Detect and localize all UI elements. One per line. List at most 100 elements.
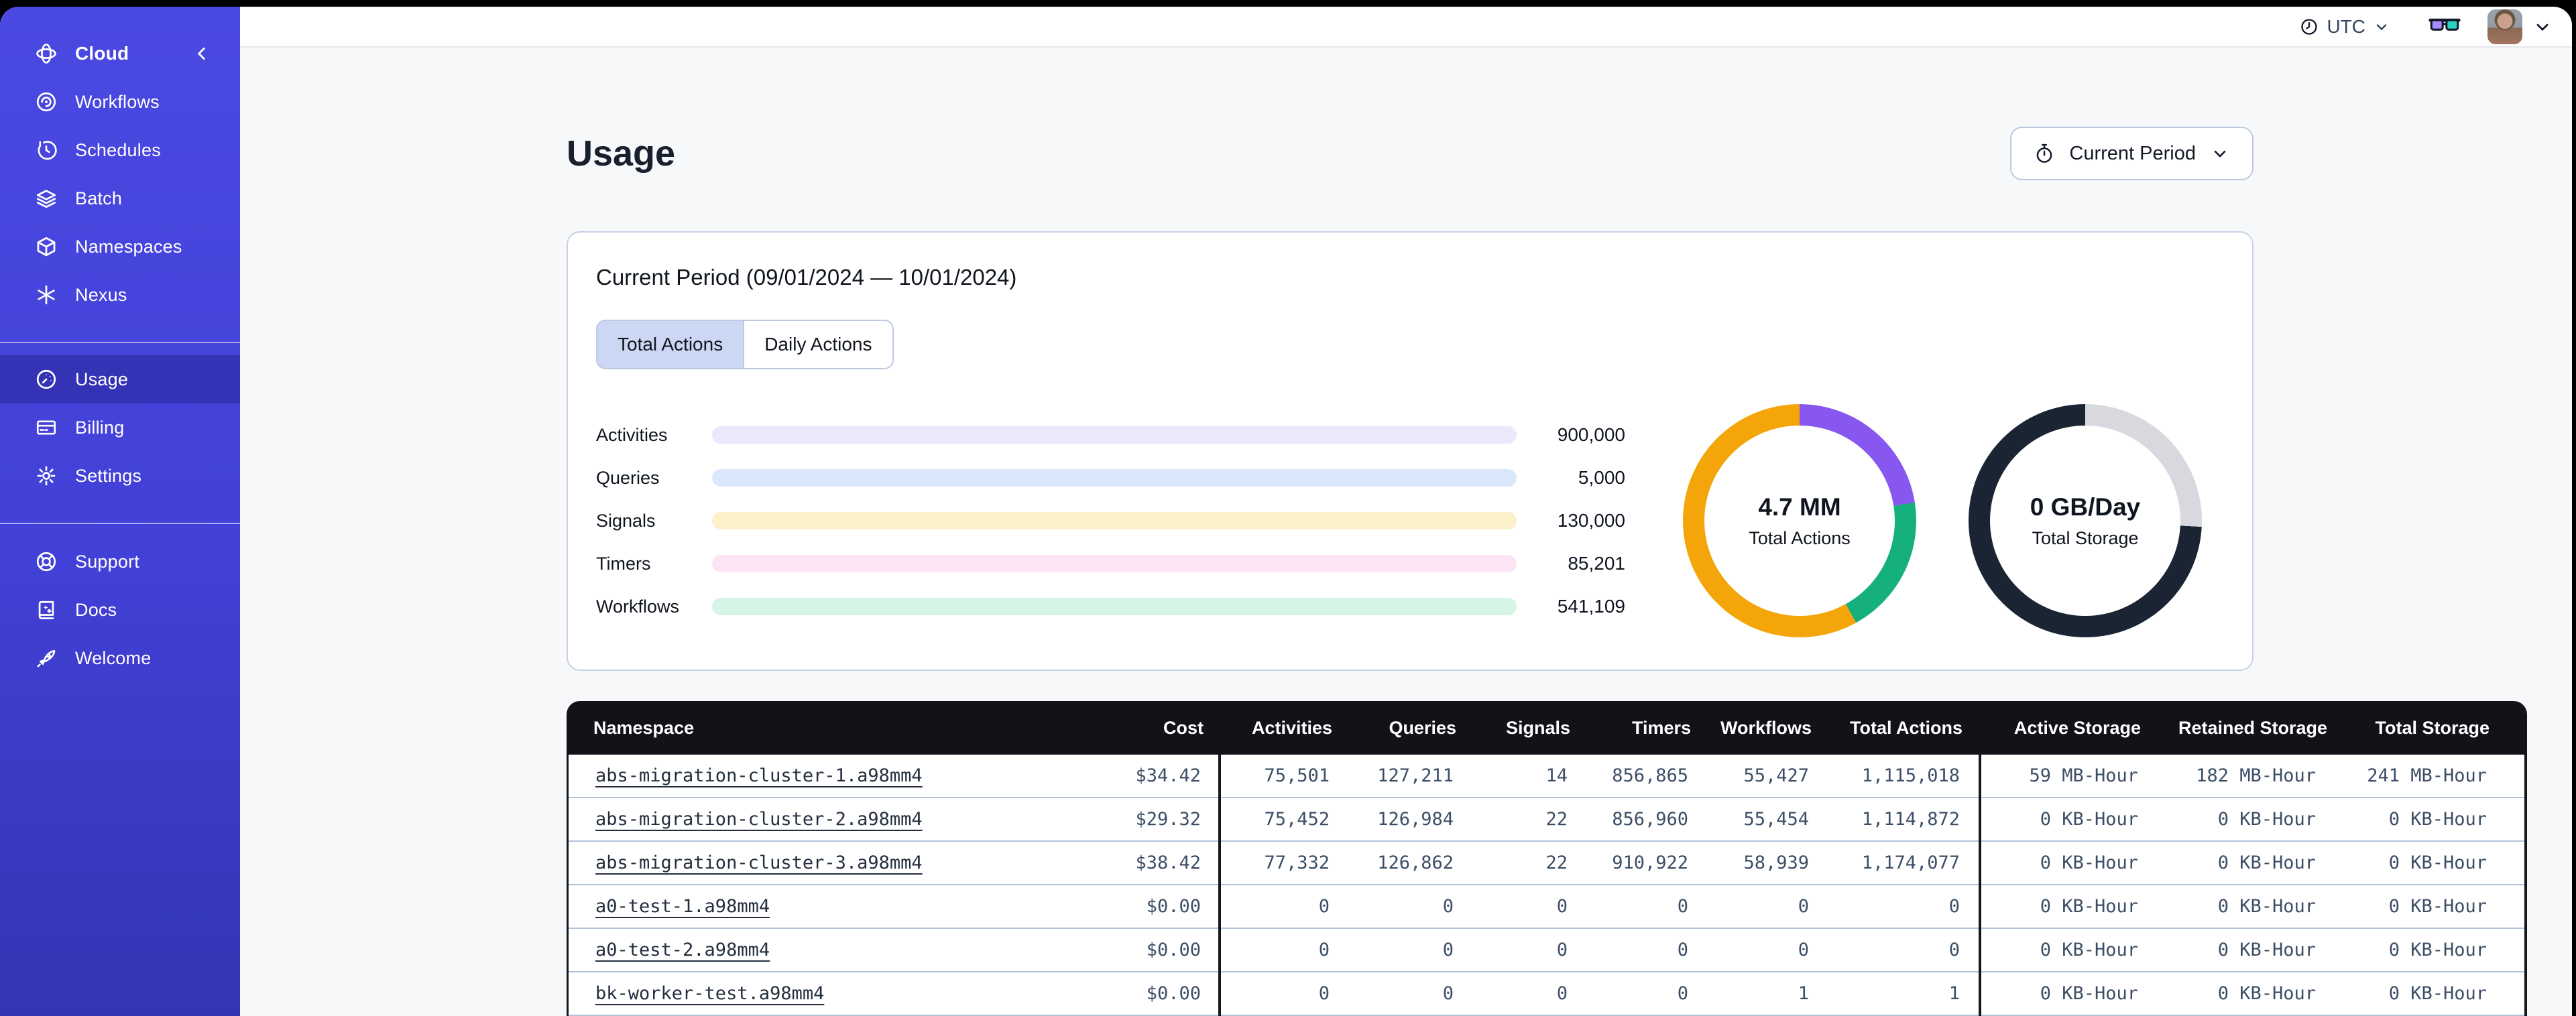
sidebar-divider (0, 342, 240, 343)
bar-track (712, 426, 1517, 444)
sidebar-item-support[interactable]: Support (0, 537, 240, 586)
sidebar-item-label: Nexus (75, 284, 127, 305)
nexus-asterisk-icon (35, 283, 58, 306)
namespace-link[interactable]: a0-test-1.a98mm4 (595, 896, 770, 917)
signals-cell: 22 (1472, 842, 1586, 885)
workflows-cell: 58,939 (1707, 842, 1828, 885)
signals-cell: 14 (1472, 755, 1586, 798)
timers-cell: 0 (1586, 929, 1707, 972)
column-header-signals: Signals (1505, 717, 1570, 738)
sidebar-item-welcome[interactable]: Welcome (0, 634, 240, 682)
workflows-icon (35, 90, 58, 113)
sidebar-item-billing[interactable]: Billing (0, 403, 240, 452)
sidebar-item-label: Workflows (75, 91, 160, 112)
namespace-cell: abs-migration-cluster-3.a98mm4 (569, 842, 1104, 885)
sidebar-item-docs[interactable]: Docs (0, 586, 240, 634)
workflows-cell: 1 (1707, 972, 1828, 1016)
sidebar-item-nexus[interactable]: Nexus (0, 271, 240, 319)
namespace-link[interactable]: bk-worker-test.a98mm4 (595, 983, 824, 1004)
bar-category-label: Queries (596, 467, 660, 488)
active-storage-cell: 0 KB-Hour (1981, 929, 2176, 972)
sidebar-item-label: Support (75, 551, 139, 572)
total-storage-caption: Total Storage (2032, 527, 2139, 548)
tab-total-actions[interactable]: Total Actions (597, 321, 744, 368)
total-actions-cell: 1,114,872 (1828, 798, 1979, 842)
sidebar-item-label: Namespaces (75, 236, 182, 257)
namespace-link[interactable]: abs-migration-cluster-1.a98mm4 (595, 765, 923, 786)
sidebar-item-namespaces[interactable]: Namespaces (0, 223, 240, 271)
column-header-cost: Cost (1163, 717, 1204, 738)
active-storage-cell: 0 KB-Hour (1981, 972, 2176, 1016)
cost-cell: $38.42 (1104, 842, 1218, 885)
queries-cell: 126,984 (1348, 798, 1472, 842)
bar-chart-row: Activities 900,000 (596, 414, 1625, 456)
column-header-retained-storage: Retained Storage (2178, 717, 2328, 738)
batch-layers-icon (35, 187, 58, 210)
donut-center: 0 GB/Day Total Storage (1990, 426, 2180, 616)
sidebar-item-schedules[interactable]: Schedules (0, 126, 240, 174)
bar-category-label: Activities (596, 424, 668, 445)
sidebar-item-usage[interactable]: Usage (0, 355, 240, 403)
table-header-row: Namespace Cost Activities Queries Signal… (567, 701, 2527, 755)
period-selector-label: Current Period (2069, 142, 2196, 164)
total-storage-value: 0 GB/Day (2030, 493, 2141, 521)
active-storage-cell: 0 KB-Hour (1981, 885, 2176, 929)
column-header-timers: Timers (1631, 717, 1691, 738)
cost-cell: $34.42 (1104, 755, 1218, 798)
main-area: UTC Usage Current Period Current Period … (240, 7, 2572, 1016)
sidebar-item-batch[interactable]: Batch (0, 174, 240, 223)
bar-category-label: Signals (596, 510, 656, 531)
namespace-link[interactable]: a0-test-2.a98mm4 (595, 940, 770, 960)
namespace-cell: abs-migration-cluster-2.a98mm4 (569, 798, 1104, 842)
active-storage-cell: 0 KB-Hour (1981, 842, 2176, 885)
labs-glasses-icon[interactable] (2428, 15, 2461, 38)
sidebar-item-settings[interactable]: Settings (0, 452, 240, 500)
user-avatar[interactable] (2487, 9, 2522, 44)
namespaces-cube-icon (35, 235, 58, 258)
period-selector-button[interactable]: Current Period (2010, 127, 2253, 180)
namespace-link[interactable]: abs-migration-cluster-2.a98mm4 (595, 809, 923, 830)
queries-cell: 0 (1348, 929, 1472, 972)
total-actions-cell: 1,115,018 (1828, 755, 1979, 798)
sidebar-item-workflows[interactable]: Workflows (0, 78, 240, 126)
timezone-label: UTC (2327, 15, 2365, 37)
sidebar-item-label: Docs (75, 599, 117, 620)
bar-chart-row: Workflows 541,109 (596, 585, 1625, 628)
retained-storage-cell: 0 KB-Hour (2176, 929, 2353, 972)
namespace-cell: bk-worker-test.a98mm4 (569, 972, 1104, 1016)
namespace-link[interactable]: abs-migration-cluster-3.a98mm4 (595, 852, 923, 873)
sidebar-logo-label: Cloud (75, 43, 129, 64)
timezone-selector[interactable]: UTC (2300, 16, 2390, 38)
activities-cell: 75,452 (1221, 798, 1348, 842)
table-row: abs-migration-cluster-2.a98mm4 $29.32 75… (569, 798, 2524, 842)
sidebar-item-label: Billing (75, 417, 125, 438)
charts-row: Activities 900,000 Queries 5,000 Signals… (596, 404, 2224, 637)
signals-cell: 0 (1472, 885, 1586, 929)
retained-storage-cell: 0 KB-Hour (2176, 885, 2353, 929)
sidebar-item-label: Usage (75, 369, 129, 389)
timers-cell: 856,960 (1586, 798, 1707, 842)
namespace-cell: a0-test-1.a98mm4 (569, 885, 1104, 929)
tab-daily-actions[interactable]: Daily Actions (743, 321, 892, 368)
sidebar-item-label: Batch (75, 188, 123, 208)
account-menu-chevron-icon[interactable] (2533, 17, 2552, 36)
cost-cell: $0.00 (1104, 972, 1218, 1016)
bar-track (712, 598, 1517, 615)
bar-value-label: 85,201 (1568, 553, 1625, 574)
support-lifebuoy-icon (35, 550, 58, 573)
column-header-workflows: Workflows (1720, 717, 1812, 738)
sidebar-logo-cloud[interactable]: Cloud (0, 29, 240, 78)
page-title: Usage (567, 133, 676, 174)
sidebar-item-label: Welcome (75, 647, 152, 668)
table-body: abs-migration-cluster-1.a98mm4 $34.42 75… (567, 755, 2527, 1016)
schedules-icon (35, 139, 58, 162)
bar-value-label: 130,000 (1557, 510, 1625, 531)
sidebar-collapse-icon[interactable] (193, 45, 211, 62)
retained-storage-cell: 0 KB-Hour (2176, 798, 2353, 842)
workflows-cell: 55,427 (1707, 755, 1828, 798)
queries-cell: 126,862 (1348, 842, 1472, 885)
total-storage-cell: 0 KB-Hour (2353, 842, 2524, 885)
total-storage-cell: 0 KB-Hour (2353, 929, 2524, 972)
cost-cell: $0.00 (1104, 885, 1218, 929)
column-header-activities: Activities (1251, 717, 1332, 738)
